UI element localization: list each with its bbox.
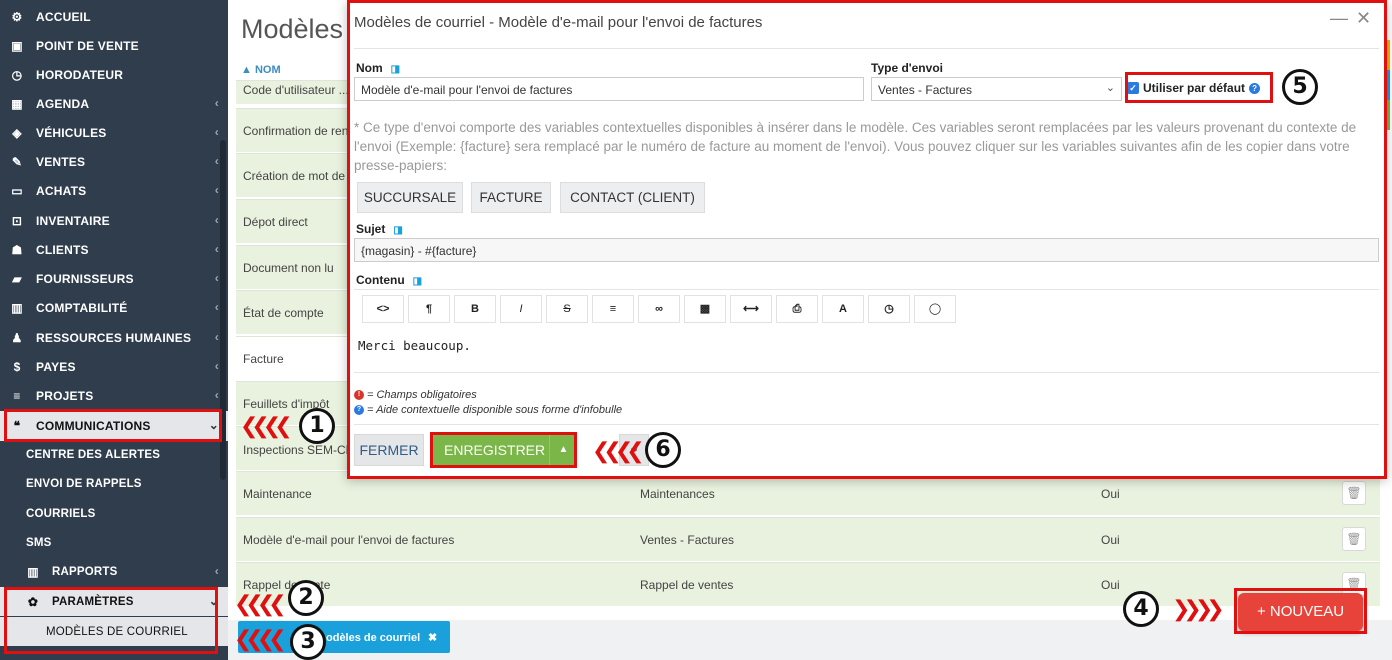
chevron-left-icon: ‹ <box>214 242 219 256</box>
chevron-left-icon: ‹ <box>214 125 219 139</box>
chevron-left-icon: ‹ <box>214 213 219 227</box>
annotation-box-communications <box>4 409 222 442</box>
annotation-box-new <box>1234 588 1367 634</box>
sidebar: ⚙ ACCUEIL ▣ POINT DE VENTE ◷ HORODATEUR ▦ AG… <box>0 0 228 660</box>
annotation-number-3: 3 <box>290 624 326 660</box>
page-title: Modèles <box>241 14 344 44</box>
column-header-nom[interactable]: ▲ NOM <box>241 64 281 76</box>
annotation-box-default <box>1125 72 1273 103</box>
sidebar-item-vehicules[interactable]: ◈ VÉHICULES ‹ <box>0 118 228 147</box>
user-icon: ♟ <box>11 330 23 345</box>
list-icon: ≡ <box>13 388 21 403</box>
annotation-number-4: 4 <box>1123 591 1159 627</box>
car-icon: ◈ <box>12 125 22 140</box>
annotation-arrow-3: ❮❮❮❮ <box>234 627 287 652</box>
annotation-box-save <box>430 432 577 468</box>
sidebar-item-inventaire[interactable]: ⊡ INVENTAIRE ‹ <box>0 206 228 235</box>
users-icon: ☗ <box>11 242 23 257</box>
close-icon[interactable]: ✖ <box>428 631 437 644</box>
sidebar-subitem-sms[interactable]: SMS <box>0 528 228 557</box>
dollar-icon: $ <box>13 359 21 374</box>
table-row[interactable]: Modèle d'e-mail pour l'envoi de factures… <box>236 517 1380 561</box>
cart-icon: ⊡ <box>11 213 23 228</box>
chevron-left-icon: ‹ <box>214 330 219 344</box>
sidebar-subitem-courriels[interactable]: COURRIELS <box>0 499 228 528</box>
trash-icon[interactable]: 🗑 <box>1342 481 1366 505</box>
credit-card-icon: ▭ <box>11 183 23 198</box>
chevron-left-icon: ‹ <box>214 564 219 578</box>
sidebar-item-ventes[interactable]: ✎ VENTES ‹ <box>0 147 228 176</box>
annotation-number-5: 5 <box>1282 69 1318 105</box>
sidebar-item-projets[interactable]: ≡ PROJETS ‹ <box>0 381 228 410</box>
sidebar-item-ressources-humaines[interactable]: ♟ RESSOURCES HUMAINES ‹ <box>0 323 228 352</box>
annotation-arrow-1: ❮❮❮❮ <box>240 414 293 439</box>
sidebar-subitem-rapports[interactable]: ▥ RAPPORTS ‹ <box>0 557 228 586</box>
sidebar-item-fournisseurs[interactable]: ▰ FOURNISSEURS ‹ <box>0 264 228 293</box>
edit-icon: ✎ <box>11 154 23 169</box>
calendar-icon: ▦ <box>11 96 23 111</box>
annotation-arrow-2: ❮❮❮❮ <box>234 592 287 617</box>
sidebar-item-payes[interactable]: $ PAYES ‹ <box>0 352 228 381</box>
chevron-left-icon: ‹ <box>214 388 219 402</box>
cash-register-icon: ▣ <box>11 38 23 53</box>
chevron-left-icon: ‹ <box>214 96 219 110</box>
clock-icon: ◷ <box>11 67 23 82</box>
annotation-number-6: 6 <box>645 432 681 468</box>
sidebar-item-accueil[interactable]: ⚙ ACCUEIL <box>0 2 228 31</box>
annotation-arrow-6: ❮❮❮❮ <box>592 439 645 464</box>
sidebar-item-point-de-vente[interactable]: ▣ POINT DE VENTE <box>0 31 228 60</box>
bar-chart-icon: ▥ <box>27 564 39 579</box>
truck-icon: ▰ <box>12 271 22 286</box>
sidebar-item-achats[interactable]: ▭ ACHATS ‹ <box>0 176 228 205</box>
dashboard-icon: ⚙ <box>11 9 23 24</box>
annotation-number-1: 1 <box>299 408 335 444</box>
chevron-left-icon: ‹ <box>214 154 219 168</box>
sidebar-item-clients[interactable]: ☗ CLIENTS ‹ <box>0 235 228 264</box>
sidebar-item-agenda[interactable]: ▦ AGENDA ‹ <box>0 89 228 118</box>
sidebar-item-comptabilite[interactable]: ▥ COMPTABILITÉ ‹ <box>0 293 228 322</box>
annotation-number-2: 2 <box>288 580 324 616</box>
annotation-box-parametres <box>4 587 218 654</box>
chevron-left-icon: ‹ <box>214 183 219 197</box>
bar-chart-icon: ▥ <box>11 300 23 315</box>
chevron-left-icon: ‹ <box>214 271 219 285</box>
chevron-left-icon: ‹ <box>214 300 219 314</box>
annotation-arrow-4: ❯❯❯❯ <box>1172 597 1225 622</box>
sidebar-subitem-envoi-de-rappels[interactable]: ENVOI DE RAPPELS <box>0 469 228 498</box>
trash-icon[interactable]: 🗑 <box>1342 527 1366 551</box>
chevron-left-icon: ‹ <box>214 359 219 373</box>
sidebar-subitem-centre-des-alertes[interactable]: CENTRE DES ALERTES <box>0 440 228 469</box>
app-root: { "sidebar": { "items": [ {"label": "ACC… <box>0 0 1392 660</box>
sidebar-item-horodateur[interactable]: ◷ HORODATEUR <box>0 60 228 89</box>
